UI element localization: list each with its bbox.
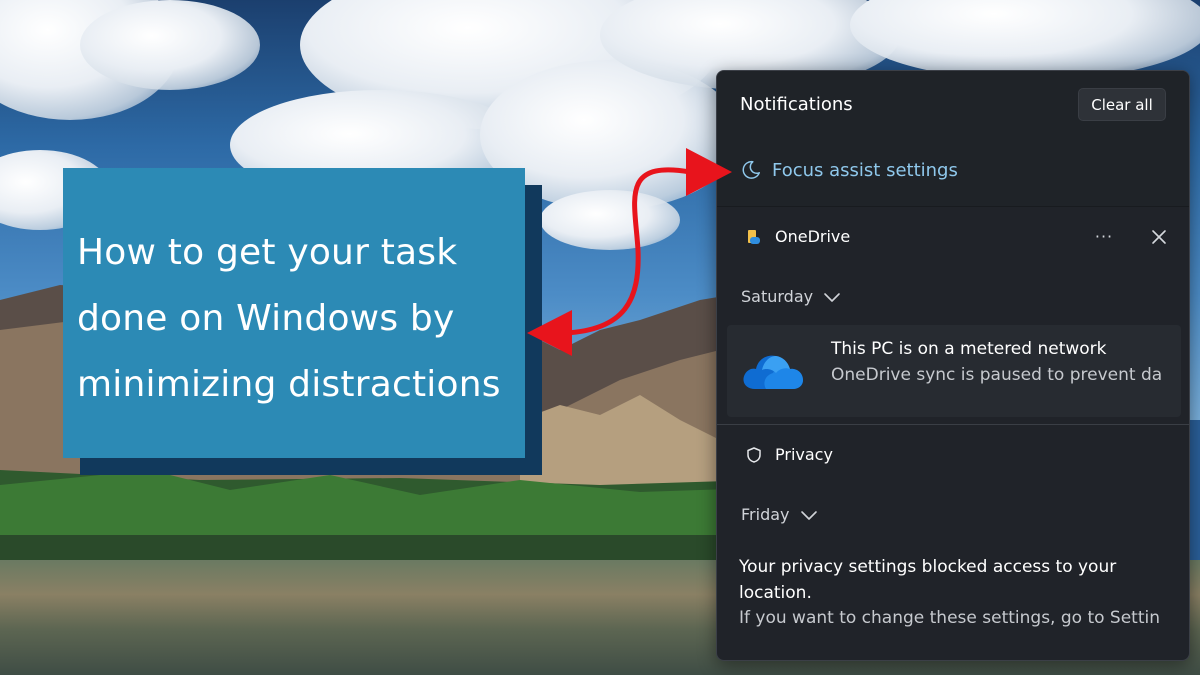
group-divider xyxy=(717,424,1189,425)
title-line: How to get your task xyxy=(77,232,458,273)
onedrive-cloud-icon xyxy=(743,355,803,389)
title-line: minimizing distractions xyxy=(77,364,501,405)
chevron-down-icon xyxy=(800,510,817,520)
onedrive-date-toggle[interactable]: Saturday xyxy=(741,287,841,306)
more-options-button[interactable]: ··· xyxy=(1089,227,1119,246)
title-card: How to get your task done on Windows by … xyxy=(63,168,525,458)
privacy-notification-title[interactable]: Your privacy settings blocked access to … xyxy=(739,554,1175,606)
date-label: Friday xyxy=(741,505,790,524)
onedrive-group-actions: ··· xyxy=(1089,227,1167,246)
moon-icon xyxy=(742,160,760,179)
privacy-group-header: Privacy xyxy=(745,445,833,464)
chevron-down-icon xyxy=(824,292,840,302)
close-icon[interactable] xyxy=(1151,229,1167,245)
shield-icon xyxy=(747,446,761,463)
notification-header: Notifications Clear all Focus assist set… xyxy=(717,71,1189,207)
date-label: Saturday xyxy=(741,287,814,306)
privacy-notification-body[interactable]: If you want to change these settings, go… xyxy=(739,608,1169,628)
notification-body: OneDrive sync is paused to prevent da xyxy=(831,365,1163,385)
onedrive-app-name: OneDrive xyxy=(775,227,851,246)
privacy-app-name: Privacy xyxy=(775,445,833,464)
onedrive-group-header: OneDrive xyxy=(745,227,850,246)
onedrive-notification[interactable]: This PC is on a metered network OneDrive… xyxy=(727,325,1181,417)
privacy-date-toggle[interactable]: Friday xyxy=(741,505,818,524)
title-card-heading: How to get your task done on Windows by … xyxy=(77,220,527,418)
notification-title: This PC is on a metered network xyxy=(831,339,1107,359)
notification-center: Notifications Clear all Focus assist set… xyxy=(716,70,1190,661)
onedrive-app-icon xyxy=(748,229,760,244)
title-line: done on Windows by xyxy=(77,298,455,339)
focus-assist-label: Focus assist settings xyxy=(772,159,958,181)
notifications-title: Notifications xyxy=(740,94,853,115)
focus-assist-settings-link[interactable]: Focus assist settings xyxy=(740,159,958,181)
clear-all-button[interactable]: Clear all xyxy=(1078,88,1166,121)
